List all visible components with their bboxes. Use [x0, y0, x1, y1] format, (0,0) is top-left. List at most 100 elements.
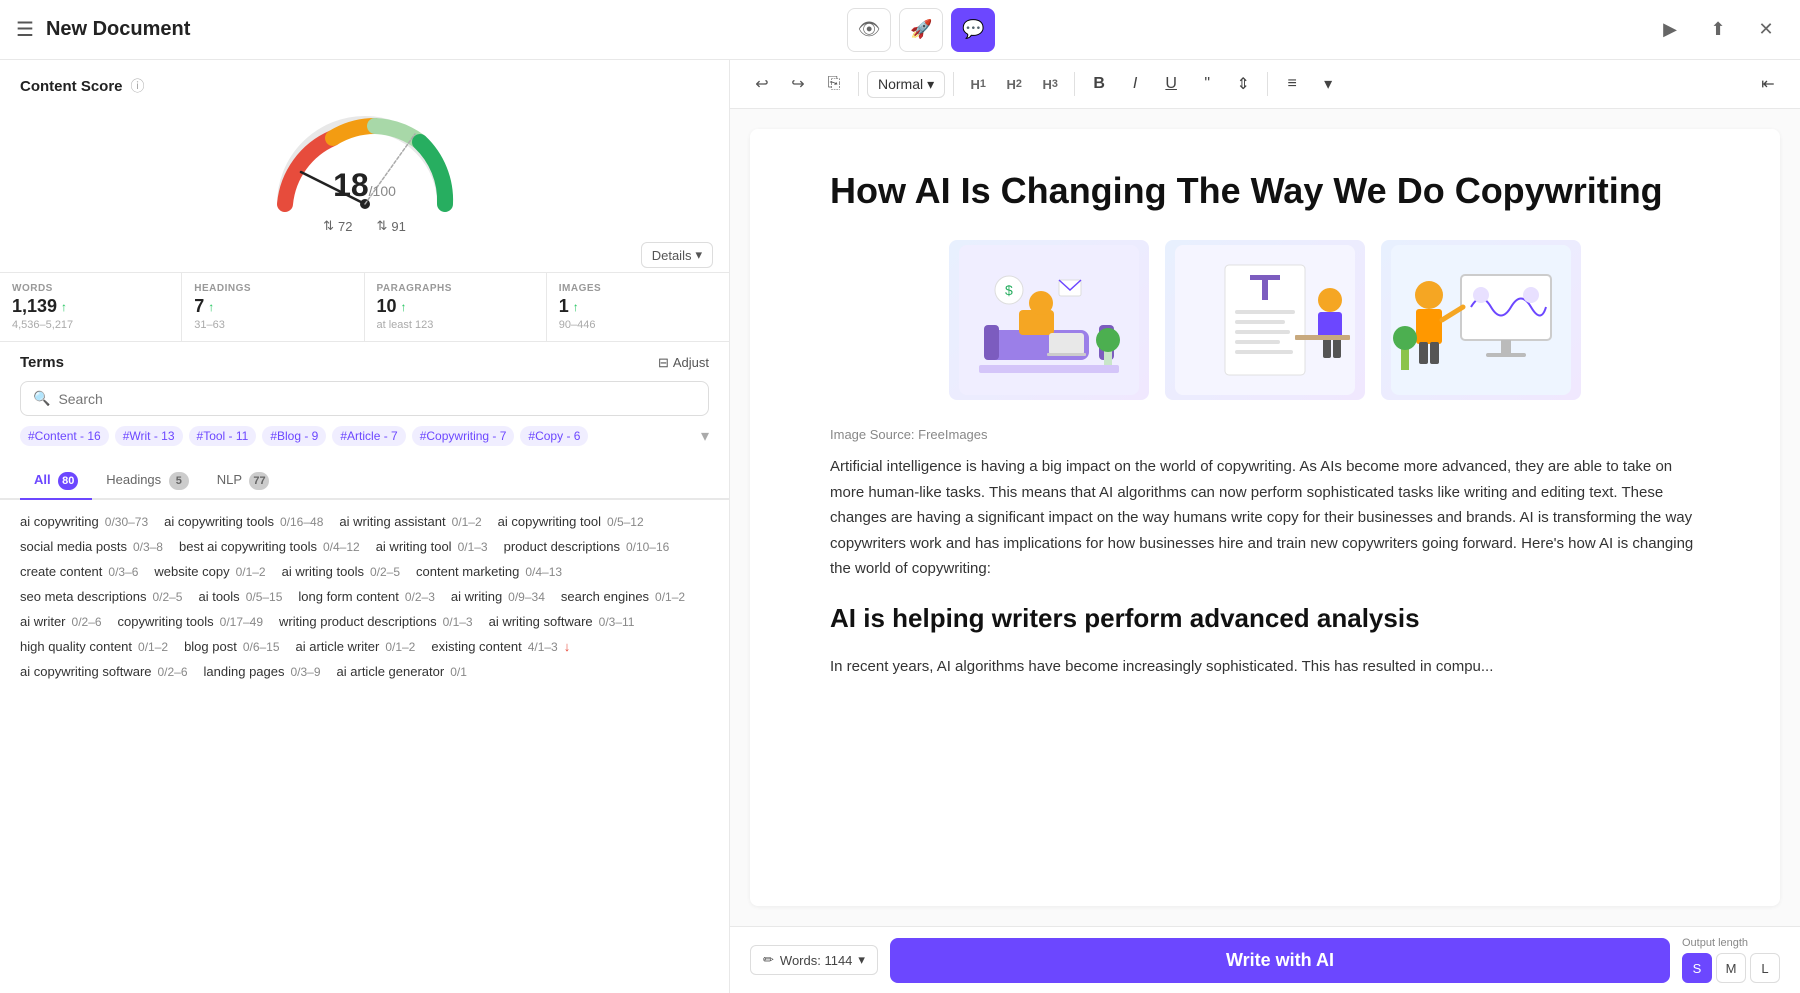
body-paragraph-2[interactable]: In recent years, AI algorithms have beco… [830, 654, 1700, 680]
tab-headings-badge: 5 [169, 472, 189, 490]
chevron-down-icon: ▾ [695, 247, 702, 263]
tab-all[interactable]: All 80 [20, 464, 92, 498]
chat-btn[interactable]: 💬 [951, 8, 995, 52]
list-item: existing content 4/1–3 ↓ [431, 637, 570, 656]
list-item: search engines 0/1–2 [561, 587, 685, 606]
gauge-section: 18/100 ⇅ 72 ⇅ 91 [0, 96, 729, 238]
h3-button[interactable]: H3 [1034, 68, 1066, 100]
list-item: landing pages 0/3–9 [204, 662, 321, 681]
illustration-2 [1165, 240, 1365, 400]
details-row: Details ▾ [0, 238, 729, 272]
avg-label: ⇅ [323, 218, 334, 234]
tag-copy[interactable]: #Copy - 6 [520, 426, 588, 446]
quote-button[interactable]: " [1191, 68, 1223, 100]
list-item: long form content 0/2–3 [298, 587, 434, 606]
tab-nlp[interactable]: NLP 77 [203, 464, 284, 498]
paragraphs-stat: PARAGRAPHS 10 ↑ at least 123 [365, 273, 547, 341]
words-up-icon: ↑ [61, 300, 67, 314]
length-l-button[interactable]: L [1750, 953, 1780, 983]
list-item: ai article generator 0/1 [337, 662, 467, 681]
list-item: seo meta descriptions 0/2–5 [20, 587, 182, 606]
toolbar-separator-2 [953, 72, 954, 96]
list-item: ai copywriting tools 0/16–48 [164, 512, 323, 531]
illustration-2-svg [1175, 245, 1355, 395]
menu-icon[interactable]: ☰ [16, 17, 34, 42]
editor-body[interactable]: Image Source: FreeImages Artificial inte… [830, 424, 1700, 679]
bottom-bar: ✏ Words: 1144 ▾ Write with AI Output len… [730, 926, 1800, 993]
header-right: ▶ ⬆ ✕ [1652, 12, 1784, 48]
body-paragraph-1[interactable]: Artificial intelligence is having a big … [830, 454, 1700, 582]
list-item: product descriptions 0/10–16 [504, 537, 670, 556]
image-source: Image Source: FreeImages [830, 424, 1700, 446]
share-icon[interactable]: ⬆ [1700, 12, 1736, 48]
underline-button[interactable]: U [1155, 68, 1187, 100]
align-dropdown[interactable]: ▾ [1312, 68, 1344, 100]
content-score-header: Content Score ⓘ [0, 60, 729, 96]
paragraphs-label: PARAGRAPHS [377, 283, 534, 294]
length-m-button[interactable]: M [1716, 953, 1746, 983]
tab-all-badge: 80 [58, 472, 78, 490]
editor-title[interactable]: How AI Is Changing The Way We Do Copywri… [830, 169, 1700, 212]
bold-button[interactable]: B [1083, 68, 1115, 100]
list-item: writing product descriptions 0/1–3 [279, 612, 473, 631]
editor-area[interactable]: How AI Is Changing The Way We Do Copywri… [750, 129, 1780, 906]
headings-stat: HEADINGS 7 ↑ 31–63 [182, 273, 364, 341]
italic-button[interactable]: I [1119, 68, 1151, 100]
word-count-button[interactable]: ✏ Words: 1144 ▾ [750, 945, 878, 975]
tabs-row: All 80 Headings 5 NLP 77 [0, 464, 729, 500]
output-length-label: Output length [1682, 937, 1780, 949]
paragraphs-up-icon: ↑ [401, 300, 407, 314]
adjust-button[interactable]: ⊟ Adjust [658, 355, 709, 371]
length-s-button[interactable]: S [1682, 953, 1712, 983]
list-item: best ai copywriting tools 0/4–12 [179, 537, 360, 556]
down-icon: ↓ [564, 639, 571, 654]
write-ai-button[interactable]: Write with AI [890, 938, 1670, 983]
style-selector[interactable]: Normal ▾ [867, 71, 945, 98]
details-button[interactable]: Details ▾ [641, 242, 713, 268]
h2-button[interactable]: H2 [998, 68, 1030, 100]
play-icon[interactable]: ▶ [1652, 12, 1688, 48]
top-label: ⇅ [377, 218, 388, 234]
list-item: ai copywriting 0/30–73 [20, 512, 148, 531]
terms-section: Terms ⊟ Adjust 🔍 #Content - 16 #Writ - 1… [0, 342, 729, 464]
list-item: ai writer 0/2–6 [20, 612, 102, 631]
headings-up-icon: ↑ [208, 300, 214, 314]
tags-row: #Content - 16 #Writ - 13 #Tool - 11 #Blo… [20, 426, 709, 446]
words-range: 4,536–5,217 [12, 319, 169, 331]
paragraphs-range: at least 123 [377, 319, 534, 331]
preview-btn[interactable]: 👁 [847, 8, 891, 52]
search-input[interactable] [58, 391, 696, 407]
terms-header: Terms ⊟ Adjust [20, 354, 709, 371]
collapse-button[interactable]: ⇤ [1752, 68, 1784, 100]
list-item: high quality content 0/1–2 [20, 637, 168, 656]
toolbar-separator-3 [1074, 72, 1075, 96]
tag-blog[interactable]: #Blog - 9 [262, 426, 326, 446]
h1-button[interactable]: H1 [962, 68, 994, 100]
tab-headings[interactable]: Headings 5 [92, 464, 203, 498]
editor-h2[interactable]: AI is helping writers perform advanced a… [830, 596, 1700, 640]
list-item: create content 0/3–6 [20, 562, 138, 581]
words-value: 1,139 ↑ [12, 296, 169, 317]
images-label: IMAGES [559, 283, 717, 294]
copy-button[interactable]: ⎘ [818, 68, 850, 100]
images-stat: IMAGES 1 ↑ 90–446 [547, 273, 729, 341]
tag-copywriting[interactable]: #Copywriting - 7 [412, 426, 515, 446]
align-button[interactable]: ≡ [1276, 68, 1308, 100]
tags-expand-icon[interactable]: ▾ [701, 426, 709, 446]
score-denom: /100 [369, 183, 396, 199]
info-icon[interactable]: ⓘ [131, 76, 145, 96]
seo-btn[interactable]: 🚀 [899, 8, 943, 52]
undo-button[interactable]: ↩ [746, 68, 778, 100]
headings-range: 31–63 [194, 319, 351, 331]
close-icon[interactable]: ✕ [1748, 12, 1784, 48]
tag-article[interactable]: #Article - 7 [332, 426, 405, 446]
redo-button[interactable]: ↪ [782, 68, 814, 100]
content-score-title: Content Score [20, 78, 123, 95]
tag-tool[interactable]: #Tool - 11 [189, 426, 257, 446]
tag-writ[interactable]: #Writ - 13 [115, 426, 183, 446]
avg-value: 72 [338, 219, 352, 234]
tag-content[interactable]: #Content - 16 [20, 426, 109, 446]
illustration-1-svg: $ [959, 245, 1139, 395]
special-button[interactable]: ⇕ [1227, 68, 1259, 100]
avg-display: ⇅ 72 [323, 218, 352, 234]
